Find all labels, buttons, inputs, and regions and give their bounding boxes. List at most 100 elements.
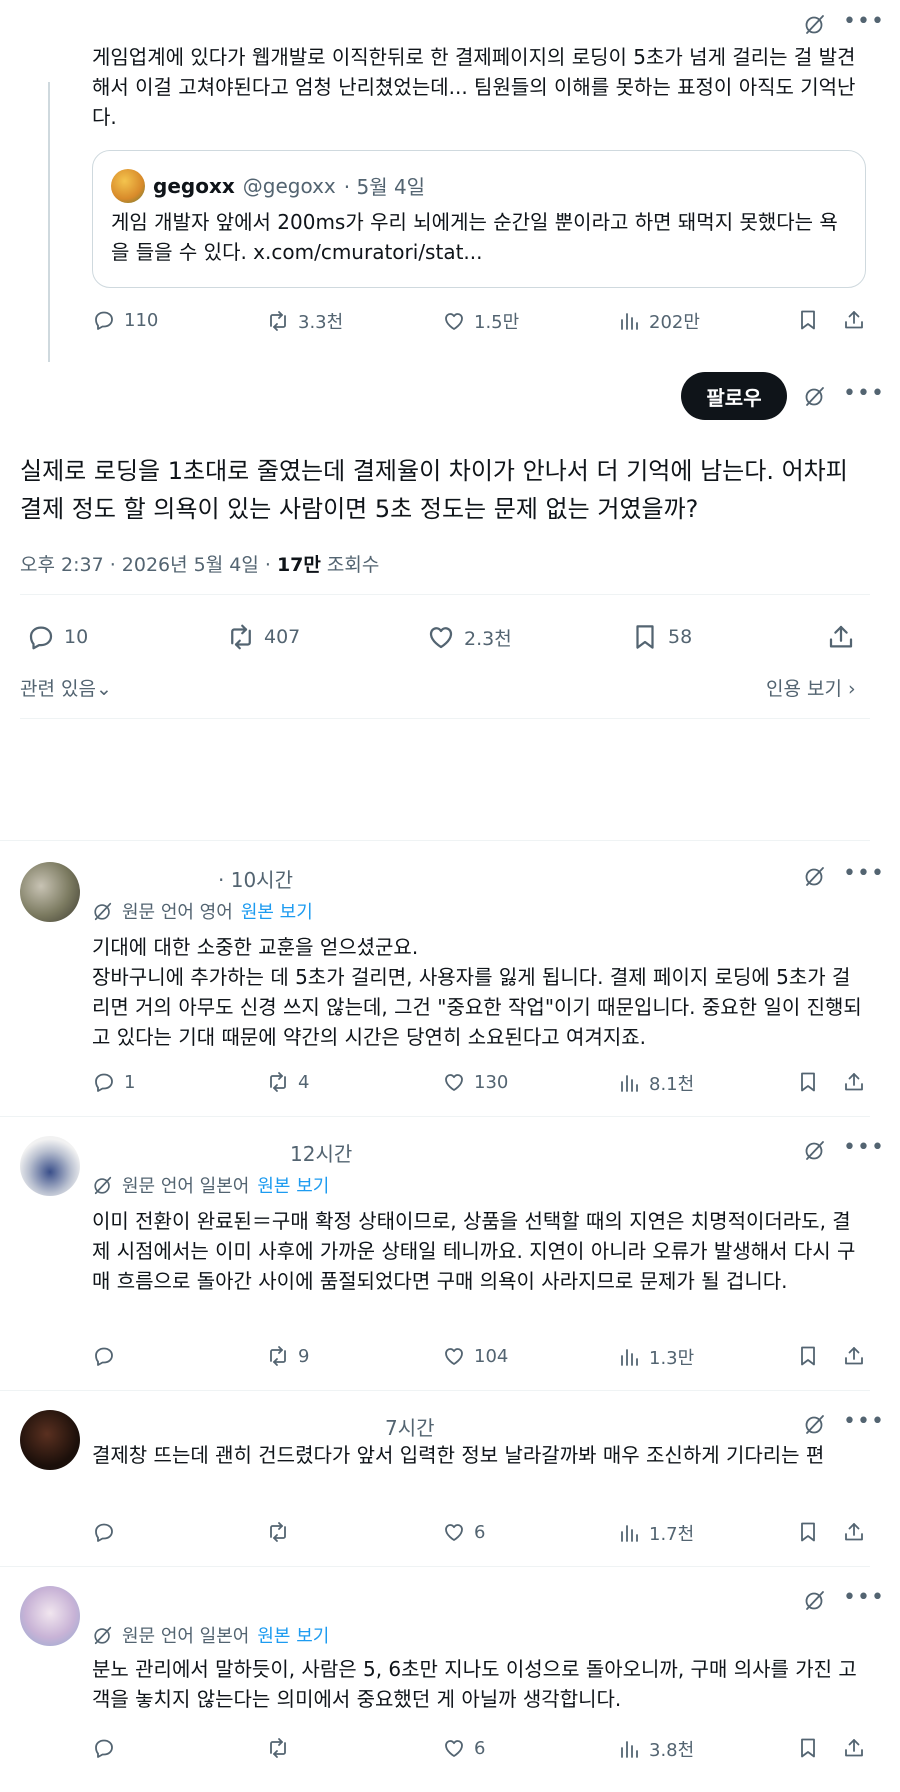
views-icon	[617, 1521, 641, 1545]
main-bookmark-button[interactable]: 58	[630, 622, 692, 652]
avatar[interactable]	[20, 1586, 80, 1646]
more-options-icon[interactable]: •••	[843, 862, 885, 886]
like-button[interactable]: 6	[442, 1520, 485, 1544]
repost-button[interactable]: 9	[266, 1344, 309, 1368]
related-dropdown[interactable]: 관련 있음⌄	[20, 674, 112, 701]
bookmark-icon	[796, 1736, 820, 1760]
heart-icon	[442, 1736, 466, 1760]
reply-button[interactable]: 1	[92, 1070, 135, 1094]
reply-button[interactable]: 110	[92, 308, 158, 332]
translate-icon	[92, 1174, 114, 1196]
views-button[interactable]: 202만	[617, 308, 700, 334]
share-icon	[842, 1520, 866, 1544]
share-button[interactable]	[842, 308, 866, 332]
view-original-link[interactable]: 원본 보기	[241, 898, 313, 924]
divider	[0, 840, 870, 841]
reply-icon	[92, 1736, 116, 1760]
views-label: 조회수	[320, 554, 380, 576]
view-quotes-link[interactable]: 인용 보기 ›	[766, 674, 856, 701]
heart-icon	[442, 1070, 466, 1094]
thread-top-grok-icon[interactable]	[803, 12, 827, 36]
reply-button[interactable]	[92, 1344, 124, 1368]
bookmark-button[interactable]	[796, 1070, 820, 1094]
thread-line	[48, 82, 50, 362]
like-button[interactable]: 1.5만	[442, 308, 519, 334]
reply-icon	[92, 1070, 116, 1094]
repost-icon	[266, 1520, 290, 1544]
reply-text: 이미 전환이 완료된＝구매 확정 상태이므로, 상품을 선택할 때의 지연은 치…	[92, 1209, 856, 1293]
main-repost-button[interactable]: 407	[226, 622, 300, 652]
grok-icon[interactable]	[803, 1588, 827, 1612]
quote-date: · 5월 4일	[343, 175, 426, 199]
reply-text: 분노 관리에서 말하듯이, 사람은 5, 6초만 지나도 이성으로 돌아오니까,…	[92, 1657, 857, 1711]
bookmark-button[interactable]	[796, 1736, 820, 1760]
grok-icon[interactable]	[803, 864, 827, 888]
share-button[interactable]	[842, 1344, 866, 1368]
more-options-icon[interactable]: •••	[843, 10, 885, 34]
quote-author-handle[interactable]: @gegoxx	[243, 174, 336, 198]
avatar[interactable]	[20, 862, 80, 922]
heart-icon	[442, 309, 466, 333]
share-button[interactable]	[842, 1736, 866, 1760]
more-options-icon[interactable]: •••	[843, 1586, 885, 1610]
view-original-link[interactable]: 원본 보기	[257, 1172, 329, 1198]
share-icon	[842, 1344, 866, 1368]
main-share-button[interactable]	[826, 622, 856, 652]
reply-time[interactable]: · 10시간	[218, 864, 293, 893]
bookmark-icon	[796, 308, 820, 332]
views-icon	[617, 1345, 641, 1369]
main-reply-button[interactable]: 10	[26, 622, 88, 652]
reply-time[interactable]: 7시간	[385, 1412, 435, 1441]
bookmark-button[interactable]	[796, 1520, 820, 1544]
reply-icon	[92, 308, 116, 332]
reply-button[interactable]	[92, 1520, 124, 1544]
repost-icon	[266, 1070, 290, 1094]
heart-icon	[442, 1520, 466, 1544]
main-like-button[interactable]: 2.3천	[426, 622, 512, 652]
reply-icon	[26, 622, 56, 652]
more-options-icon[interactable]: •••	[843, 1136, 885, 1160]
quote-avatar	[111, 169, 145, 203]
share-icon	[826, 622, 856, 652]
reply-text: 기대에 대한 소중한 교훈을 얻으셨군요. 장바구니에 추가하는 데 5초가 걸…	[92, 935, 862, 1049]
avatar[interactable]	[20, 1136, 80, 1196]
repost-button[interactable]	[266, 1736, 298, 1760]
bookmark-icon	[796, 1070, 820, 1094]
quote-author-name[interactable]: gegoxx	[153, 174, 235, 198]
main-grok-icon[interactable]	[803, 384, 827, 408]
share-button[interactable]	[842, 1070, 866, 1094]
post-timestamp[interactable]: 오후 2:37 · 2026년 5월 4일 ·	[20, 554, 277, 576]
bookmark-button[interactable]	[796, 1344, 820, 1368]
main-post-text: 실제로 로딩을 1초대로 줄였는데 결제율이 차이가 안나서 더 기억에 남는다…	[20, 457, 848, 523]
share-button[interactable]	[842, 1520, 866, 1544]
repost-button[interactable]: 4	[266, 1070, 309, 1094]
reply-button[interactable]	[92, 1736, 124, 1760]
translation-note: 원문 언어 일본어 원본 보기	[92, 1172, 329, 1198]
like-button[interactable]: 104	[442, 1344, 508, 1368]
bookmark-button[interactable]	[796, 308, 820, 332]
quote-card[interactable]: gegoxx @gegoxx · 5월 4일 게임 개발자 앞에서 200ms가…	[92, 150, 866, 288]
views-button[interactable]: 1.7천	[617, 1520, 694, 1546]
divider	[0, 1116, 870, 1117]
views-button[interactable]: 1.3만	[617, 1344, 694, 1370]
like-button[interactable]: 6	[442, 1736, 485, 1760]
like-button[interactable]: 130	[442, 1070, 508, 1094]
reply-time[interactable]: 12시간	[290, 1138, 352, 1167]
grok-icon[interactable]	[803, 1138, 827, 1162]
repost-button[interactable]: 3.3천	[266, 308, 343, 334]
avatar[interactable]	[20, 1410, 80, 1470]
grok-icon[interactable]	[803, 1412, 827, 1436]
reply-text: 결제창 뜨는데 괜히 건드렸다가 앞서 입력한 정보 날라갈까봐 매우 조신하게…	[92, 1443, 825, 1467]
views-button[interactable]: 3.8천	[617, 1736, 694, 1762]
views-button[interactable]: 8.1천	[617, 1070, 694, 1096]
reply-icon	[92, 1520, 116, 1544]
view-original-link[interactable]: 원본 보기	[257, 1622, 329, 1648]
heart-icon	[442, 1344, 466, 1368]
main-more-options-icon[interactable]: •••	[843, 382, 885, 406]
repost-icon	[266, 1736, 290, 1760]
follow-button[interactable]: 팔로우	[681, 372, 787, 420]
more-options-icon[interactable]: •••	[843, 1410, 885, 1434]
repost-button[interactable]	[266, 1520, 298, 1544]
translation-label: 원문 언어 영어	[122, 902, 233, 923]
share-icon	[842, 308, 866, 332]
